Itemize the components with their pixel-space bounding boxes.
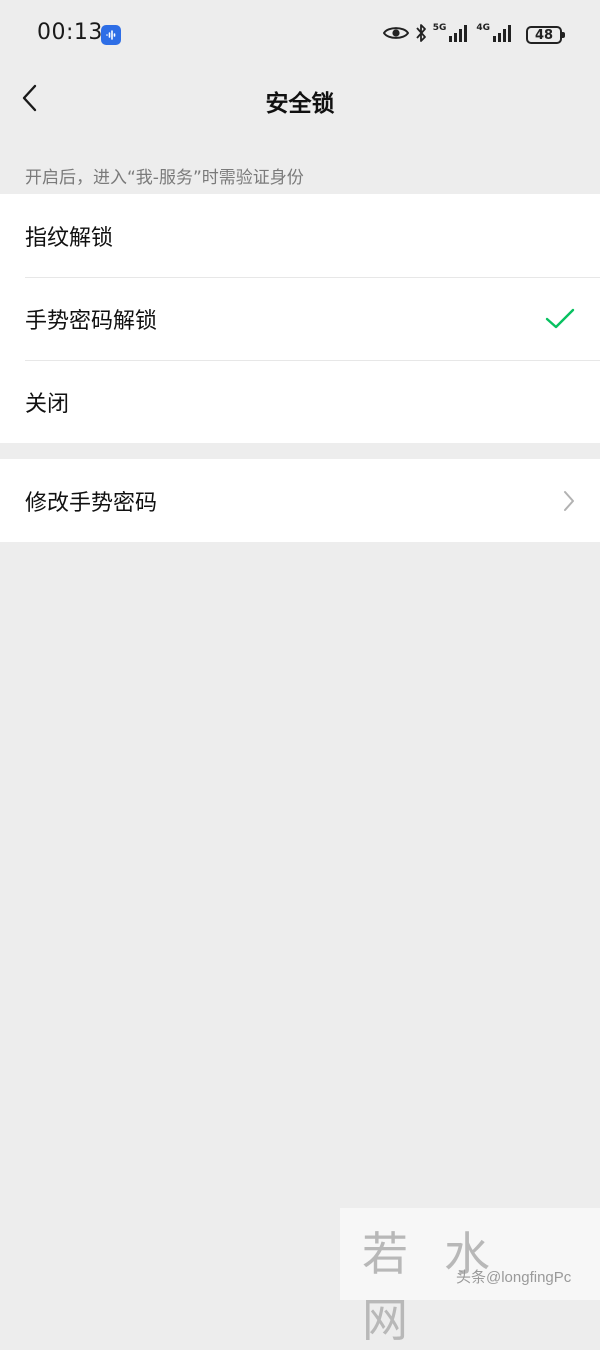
watermark-credit: 头条@longfingPc xyxy=(456,1269,572,1286)
lock-options-group: 指纹解锁 手势密码解锁 关闭 xyxy=(0,194,600,443)
option-fingerprint-unlock[interactable]: 指纹解锁 xyxy=(0,194,600,277)
battery-level: 48 xyxy=(534,27,554,43)
eye-icon xyxy=(382,25,409,45)
nav-bar: 安全锁 xyxy=(0,70,600,130)
hint-text: 开启后，进入“我-服务”时需验证身份 xyxy=(25,168,304,188)
option-off[interactable]: 关闭 xyxy=(0,360,600,443)
page-title: 安全锁 xyxy=(265,91,335,117)
signal-icon xyxy=(448,24,470,46)
signal-icon xyxy=(492,24,514,46)
option-label: 关闭 xyxy=(25,391,70,417)
status-bar: 00:13 5G 4G 48 xyxy=(0,0,600,70)
watermark: 若水网 头条@longfingPc xyxy=(340,1208,600,1347)
option-gesture-unlock[interactable]: 手势密码解锁 xyxy=(0,277,600,360)
change-gesture-password-item[interactable]: 修改手势密码 xyxy=(0,459,600,542)
battery-icon: 48 xyxy=(526,26,565,44)
network-type-1: 5G xyxy=(432,23,447,33)
recorder-app-icon xyxy=(101,25,121,45)
change-gesture-password-label: 修改手势密码 xyxy=(25,490,158,516)
bluetooth-icon xyxy=(415,23,427,47)
option-label: 手势密码解锁 xyxy=(25,308,158,334)
gesture-settings-group: 修改手势密码 xyxy=(0,459,600,542)
option-label: 指纹解锁 xyxy=(25,225,114,251)
check-icon xyxy=(545,308,575,330)
status-time: 00:13 xyxy=(37,20,103,45)
status-icons: 5G 4G 48 xyxy=(382,22,565,48)
network-type-2: 4G xyxy=(476,23,490,33)
chevron-right-icon xyxy=(563,490,575,512)
